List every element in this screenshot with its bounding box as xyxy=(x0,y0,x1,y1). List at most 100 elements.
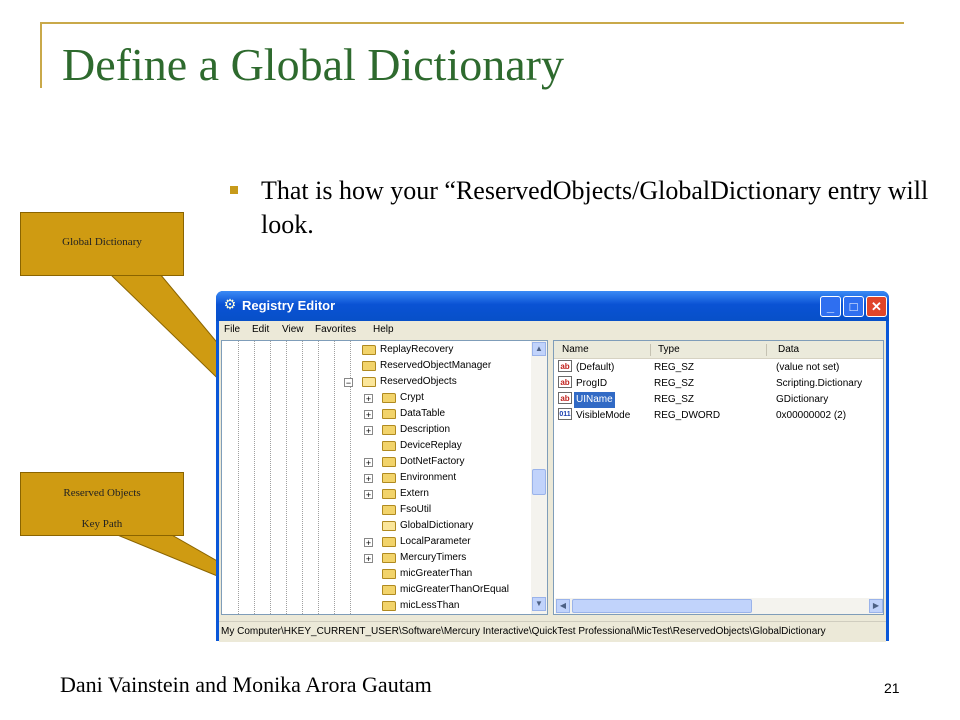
minimize-button[interactable]: _ xyxy=(820,296,841,317)
folder-icon xyxy=(382,457,396,467)
slide-title: Define a Global Dictionary xyxy=(62,39,564,90)
reserved-objects-callout: Reserved Objects Key Path xyxy=(20,472,184,536)
column-header-data[interactable]: Data xyxy=(778,344,799,355)
menu-favorites[interactable]: Favorites xyxy=(315,324,356,335)
value-data: (value not set) xyxy=(776,362,840,373)
value-type: REG_DWORD xyxy=(654,410,721,421)
folder-icon xyxy=(382,601,396,611)
expand-icon[interactable]: + xyxy=(364,554,373,564)
value-type: REG_SZ xyxy=(654,394,695,405)
window-titlebar[interactable]: ⚙ Registry Editor _ □ ✕ xyxy=(216,291,889,321)
tree-item-environment[interactable]: + Environment xyxy=(362,470,542,486)
value-type: REG_SZ xyxy=(654,362,695,373)
registry-tree[interactable]: ReplayRecovery ReservedObjectManager − R… xyxy=(221,340,548,615)
tree-scroll-thumb[interactable] xyxy=(532,469,546,495)
folder-icon xyxy=(382,425,396,435)
registry-editor-window: ⚙ Registry Editor _ □ ✕ File Edit View F… xyxy=(216,291,889,642)
tree-item-datatable[interactable]: + DataTable xyxy=(362,406,542,422)
string-value-icon: ab xyxy=(558,376,572,388)
folder-icon xyxy=(382,569,396,579)
tree-item-description[interactable]: + Description xyxy=(362,422,542,438)
tree-item-dotnetfactory[interactable]: + DotNetFactory xyxy=(362,454,542,470)
list-row[interactable]: ab (Default) REG_SZ (value not set) xyxy=(554,360,883,376)
registry-values-list[interactable]: Name Type Data ab (Default) REG_SZ (valu… xyxy=(553,340,884,615)
status-path: My Computer\HKEY_CURRENT_USER\Software\M… xyxy=(221,626,826,637)
collapse-icon[interactable]: − xyxy=(344,378,353,388)
scroll-up-icon[interactable]: ▲ xyxy=(532,342,546,356)
folder-icon xyxy=(382,553,396,563)
folder-icon xyxy=(382,585,396,595)
list-row[interactable]: ab ProgID REG_SZ Scripting.Dictionary xyxy=(554,376,883,392)
list-scroll-thumb[interactable] xyxy=(572,599,752,613)
page-number: 21 xyxy=(884,680,900,696)
expand-icon[interactable]: + xyxy=(364,410,373,420)
folder-icon xyxy=(382,505,396,515)
expand-icon[interactable]: + xyxy=(364,490,373,500)
expand-icon[interactable]: + xyxy=(364,458,373,468)
column-header-name[interactable]: Name xyxy=(562,344,589,355)
tree-item-mercurytimers[interactable]: + MercuryTimers xyxy=(362,550,542,566)
value-name-selected: UIName xyxy=(574,392,615,408)
tree-item-fsoutil[interactable]: FsoUtil xyxy=(362,502,542,518)
reserved-objects-callout-line1: Reserved Objects xyxy=(63,487,141,499)
global-dictionary-callout: Global Dictionary xyxy=(20,212,184,276)
tree-item-micgreaterthan[interactable]: micGreaterThan xyxy=(362,566,542,582)
bullet-text: That is how your “ReservedObjects/Global… xyxy=(261,176,929,239)
tree-item-reservedobjectmanager[interactable]: ReservedObjectManager xyxy=(342,358,522,374)
window-title: Registry Editor xyxy=(242,298,336,313)
tree-item-devicereplay[interactable]: DeviceReplay xyxy=(362,438,542,454)
folder-icon xyxy=(382,489,396,499)
folder-open-icon xyxy=(382,521,396,531)
tree-vertical-scrollbar[interactable]: ▲ ▼ xyxy=(531,341,547,614)
tree-item-micgreaterthanorequal[interactable]: micGreaterThanOrEqual xyxy=(362,582,542,598)
expand-icon[interactable]: + xyxy=(364,474,373,484)
tree-item-miclessthan[interactable]: micLessThan xyxy=(362,598,542,614)
list-horizontal-scrollbar[interactable]: ◀ ▶ xyxy=(555,598,883,614)
folder-icon xyxy=(382,537,396,547)
tree-item-replayrecovery[interactable]: ReplayRecovery xyxy=(342,342,522,358)
list-header: Name Type Data xyxy=(554,341,883,359)
expand-icon[interactable]: + xyxy=(364,426,373,436)
tree-item-localparameter[interactable]: + LocalParameter xyxy=(362,534,542,550)
scroll-right-icon[interactable]: ▶ xyxy=(869,599,883,613)
value-data: GDictionary xyxy=(776,394,829,405)
value-name: VisibleMode xyxy=(576,410,631,421)
reserved-objects-callout-line2: Key Path xyxy=(81,518,123,530)
window-client: File Edit View Favorites Help ReplayReco… xyxy=(219,321,886,642)
string-value-icon: ab xyxy=(558,360,572,372)
value-name: (Default) xyxy=(576,362,615,373)
tree-item-reservedobjects[interactable]: − ReservedObjects xyxy=(342,374,522,390)
expand-icon[interactable]: + xyxy=(364,538,373,548)
menu-edit[interactable]: Edit xyxy=(252,324,269,335)
value-data: 0x00000002 (2) xyxy=(776,410,847,421)
menu-bar: File Edit View Favorites Help xyxy=(219,321,886,339)
value-type: REG_SZ xyxy=(654,378,695,389)
value-data: Scripting.Dictionary xyxy=(776,378,863,389)
frame-top-line xyxy=(40,22,904,24)
folder-icon xyxy=(382,441,396,451)
tree-item-globaldictionary[interactable]: GlobalDictionary xyxy=(362,518,542,534)
scroll-left-icon[interactable]: ◀ xyxy=(556,599,570,613)
folder-icon xyxy=(382,393,396,403)
folder-icon xyxy=(382,409,396,419)
string-value-icon: ab xyxy=(558,392,572,404)
menu-file[interactable]: File xyxy=(224,324,240,335)
registry-editor-icon: ⚙ xyxy=(223,298,237,313)
menu-help[interactable]: Help xyxy=(373,324,394,335)
list-row[interactable]: 011 VisibleMode REG_DWORD 0x00000002 (2) xyxy=(554,408,883,424)
folder-icon xyxy=(362,361,376,371)
status-bar: My Computer\HKEY_CURRENT_USER\Software\M… xyxy=(219,621,886,642)
maximize-button[interactable]: □ xyxy=(843,296,864,317)
tree-item-extern[interactable]: + Extern xyxy=(362,486,542,502)
folder-open-icon xyxy=(362,377,376,387)
folder-icon xyxy=(362,345,376,355)
column-header-type[interactable]: Type xyxy=(658,344,680,355)
expand-icon[interactable]: + xyxy=(364,394,373,404)
folder-icon xyxy=(382,473,396,483)
menu-view[interactable]: View xyxy=(282,324,304,335)
scroll-down-icon[interactable]: ▼ xyxy=(532,597,546,611)
close-button[interactable]: ✕ xyxy=(866,296,887,317)
frame-left-line xyxy=(40,22,42,88)
list-row[interactable]: ab UIName REG_SZ GDictionary xyxy=(554,392,883,408)
tree-item-crypt[interactable]: + Crypt xyxy=(362,390,542,406)
